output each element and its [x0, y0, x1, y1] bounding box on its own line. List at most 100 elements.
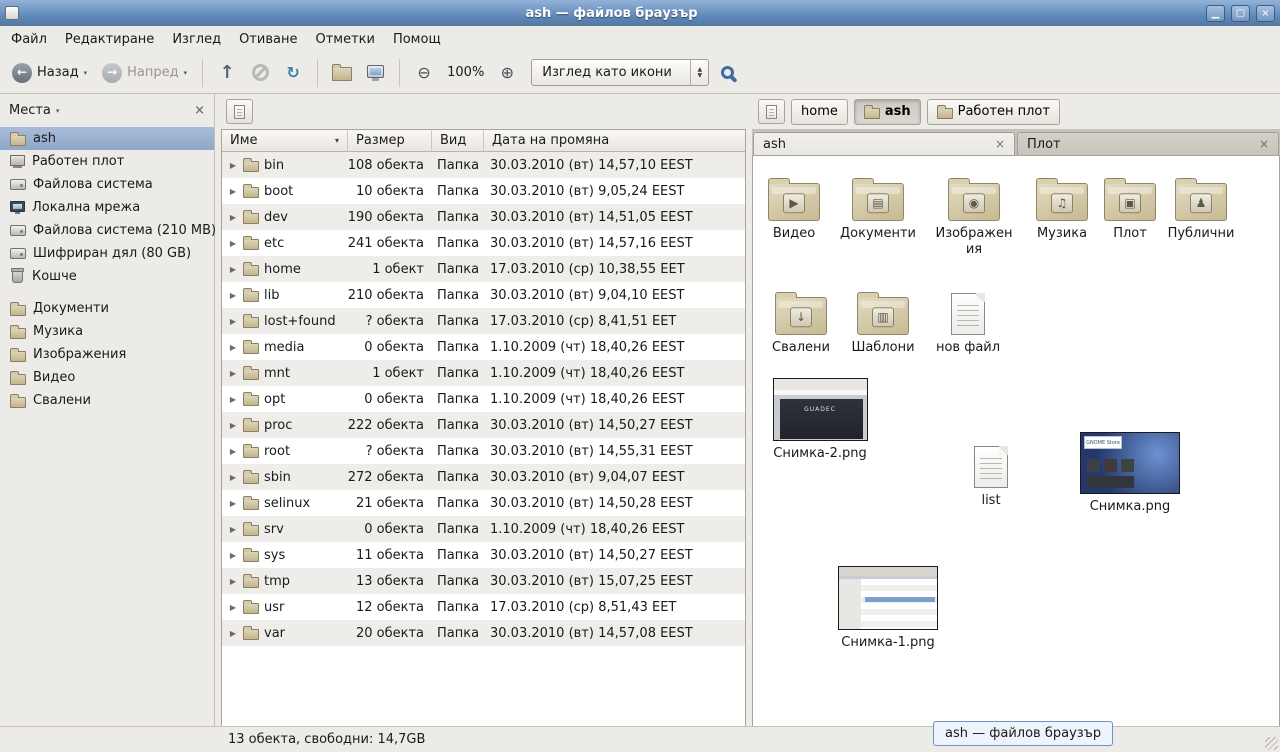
table-row[interactable]: ▶mnt1 обектПапка1.10.2009 (чт) 18,40,26 …: [222, 360, 745, 386]
icon-view-item[interactable]: ◉Изображения: [934, 176, 1014, 257]
sidebar-item[interactable]: Документи: [0, 297, 214, 320]
sidebar-item[interactable]: ash: [0, 127, 214, 150]
menu-item-4[interactable]: Отметки: [306, 26, 383, 52]
close-icon[interactable]: ×: [1259, 137, 1269, 151]
icon-view-item[interactable]: GNOME StoreСнимка.png: [1079, 432, 1181, 515]
table-row[interactable]: ▶boot10 обектаПапка30.03.2010 (вт) 9,05,…: [222, 178, 745, 204]
path-root-button[interactable]: [226, 99, 253, 124]
window-menu-icon[interactable]: [5, 6, 19, 20]
expander-icon[interactable]: ▶: [228, 317, 238, 326]
table-row[interactable]: ▶selinux21 обектаПапка30.03.2010 (вт) 14…: [222, 490, 745, 516]
icon-view-item[interactable]: ▶Видео: [754, 176, 834, 242]
expander-icon[interactable]: ▶: [228, 447, 238, 456]
stop-button[interactable]: [245, 58, 275, 88]
expander-icon[interactable]: ▶: [228, 551, 238, 560]
icon-view-item[interactable]: нов файл: [928, 293, 1008, 356]
table-row[interactable]: ▶tmp13 обектаПапка30.03.2010 (вт) 15,07,…: [222, 568, 745, 594]
table-row[interactable]: ▶sys11 обектаПапка30.03.2010 (вт) 14,50,…: [222, 542, 745, 568]
expander-icon[interactable]: ▶: [228, 161, 238, 170]
table-row[interactable]: ▶var20 обектаПапка30.03.2010 (вт) 14,57,…: [222, 620, 745, 646]
expander-icon[interactable]: ▶: [228, 499, 238, 508]
menu-item-0[interactable]: Файл: [2, 26, 56, 52]
column-header[interactable]: Име▾: [222, 130, 348, 152]
icon-view-item[interactable]: Снимка-1.png: [837, 566, 939, 651]
sidebar-item[interactable]: Шифриран дял (80 GB): [0, 242, 214, 265]
table-row[interactable]: ▶media0 обектаПапка1.10.2009 (чт) 18,40,…: [222, 334, 745, 360]
sidebar-item[interactable]: Работен плот: [0, 150, 214, 173]
icon-view-item[interactable]: list: [951, 446, 1031, 509]
up-button[interactable]: ↑: [212, 58, 242, 88]
places-title[interactable]: Места: [9, 103, 51, 118]
view-mode-select[interactable]: Изглед като икони ▲ ▼: [531, 59, 709, 86]
path-button[interactable]: ash: [854, 99, 921, 125]
table-row[interactable]: ▶home1 обектПапка17.03.2010 (ср) 10,38,5…: [222, 256, 745, 282]
menu-item-3[interactable]: Отиване: [230, 26, 306, 52]
sidebar-item[interactable]: Кошче: [0, 265, 214, 288]
search-button[interactable]: [712, 58, 742, 88]
computer-button[interactable]: [360, 58, 390, 88]
titlebar[interactable]: ash — файлов браузър ▁ ▢ ×: [0, 0, 1280, 26]
sidebar-item[interactable]: Свалени: [0, 389, 214, 412]
expander-icon[interactable]: ▶: [228, 603, 238, 612]
expander-icon[interactable]: ▶: [228, 395, 238, 404]
expander-icon[interactable]: ▶: [228, 187, 238, 196]
resize-grip[interactable]: [1265, 737, 1278, 750]
close-button[interactable]: ×: [1256, 5, 1275, 22]
tab[interactable]: Плот×: [1017, 132, 1279, 155]
sidebar-close-icon[interactable]: ×: [194, 103, 205, 118]
icon-view-item[interactable]: ▤Документи: [838, 176, 918, 242]
menu-item-5[interactable]: Помощ: [384, 26, 450, 52]
expander-icon[interactable]: ▶: [228, 239, 238, 248]
table-row[interactable]: ▶etc241 обектаПапка30.03.2010 (вт) 14,57…: [222, 230, 745, 256]
expander-icon[interactable]: ▶: [228, 473, 238, 482]
table-row[interactable]: ▶bin108 обектаПапка30.03.2010 (вт) 14,57…: [222, 152, 745, 178]
maximize-button[interactable]: ▢: [1231, 5, 1250, 22]
table-row[interactable]: ▶sbin272 обектаПапка30.03.2010 (вт) 9,04…: [222, 464, 745, 490]
table-row[interactable]: ▶lib210 обектаПапка30.03.2010 (вт) 9,04,…: [222, 282, 745, 308]
expander-icon[interactable]: ▶: [228, 291, 238, 300]
path-button[interactable]: Работен плот: [927, 99, 1060, 125]
expander-icon[interactable]: ▶: [228, 213, 238, 222]
table-row[interactable]: ▶lost+found? обектаПапка17.03.2010 (ср) …: [222, 308, 745, 334]
chevron-down-icon[interactable]: ▾: [84, 69, 88, 77]
sidebar-item[interactable]: Видео: [0, 366, 214, 389]
expander-icon[interactable]: ▶: [228, 629, 238, 638]
expander-icon[interactable]: ▶: [228, 343, 238, 352]
expander-icon[interactable]: ▶: [228, 265, 238, 274]
expander-icon[interactable]: ▶: [228, 577, 238, 586]
menu-item-1[interactable]: Редактиране: [56, 26, 163, 52]
menu-item-2[interactable]: Изглед: [163, 26, 230, 52]
icon-view-item[interactable]: ♟Публични: [1161, 176, 1241, 242]
expander-icon[interactable]: ▶: [228, 369, 238, 378]
minimize-button[interactable]: ▁: [1206, 5, 1225, 22]
table-row[interactable]: ▶opt0 обектаПапка1.10.2009 (чт) 18,40,26…: [222, 386, 745, 412]
combo-stepper[interactable]: ▲ ▼: [690, 60, 708, 85]
path-button[interactable]: home: [791, 99, 848, 125]
icon-view-item[interactable]: ↓Свалени: [761, 290, 841, 356]
table-row[interactable]: ▶dev190 обектаПапка30.03.2010 (вт) 14,51…: [222, 204, 745, 230]
table-row[interactable]: ▶proc222 обектаПапка30.03.2010 (вт) 14,5…: [222, 412, 745, 438]
column-header[interactable]: Вид: [432, 130, 484, 152]
column-header[interactable]: Дата на промяна: [484, 130, 745, 152]
icon-view-item[interactable]: ▥Шаблони: [843, 290, 923, 356]
sidebar-item[interactable]: Файлова система: [0, 173, 214, 196]
icon-view[interactable]: ▶Видео▤Документи◉Изображения♫Музика▣Плот…: [752, 156, 1280, 726]
forward-button[interactable]: → Напред ▾: [96, 59, 193, 87]
column-header[interactable]: Размер: [348, 130, 432, 152]
table-row[interactable]: ▶srv0 обектаПапка1.10.2009 (чт) 18,40,26…: [222, 516, 745, 542]
icon-view-item[interactable]: ▣Плот: [1090, 176, 1170, 242]
expander-icon[interactable]: ▶: [228, 421, 238, 430]
icon-view-item[interactable]: GUADECСнимка-2.png: [769, 378, 871, 462]
tab[interactable]: ash×: [753, 132, 1015, 155]
pathbar-scroll-button[interactable]: [758, 99, 785, 124]
home-button[interactable]: [327, 58, 357, 88]
table-row[interactable]: ▶usr12 обектаПапка17.03.2010 (ср) 8,51,4…: [222, 594, 745, 620]
close-icon[interactable]: ×: [995, 137, 1005, 151]
reload-button[interactable]: ↻: [278, 58, 308, 88]
sidebar-item[interactable]: Изображения: [0, 343, 214, 366]
back-button[interactable]: ← Назад ▾: [6, 59, 93, 87]
sidebar-item[interactable]: Файлова система (210 MB): [0, 219, 214, 242]
zoom-in-button[interactable]: ⊕: [492, 58, 522, 88]
zoom-out-button[interactable]: ⊖: [409, 58, 439, 88]
sidebar-item[interactable]: Локална мрежа: [0, 196, 214, 219]
